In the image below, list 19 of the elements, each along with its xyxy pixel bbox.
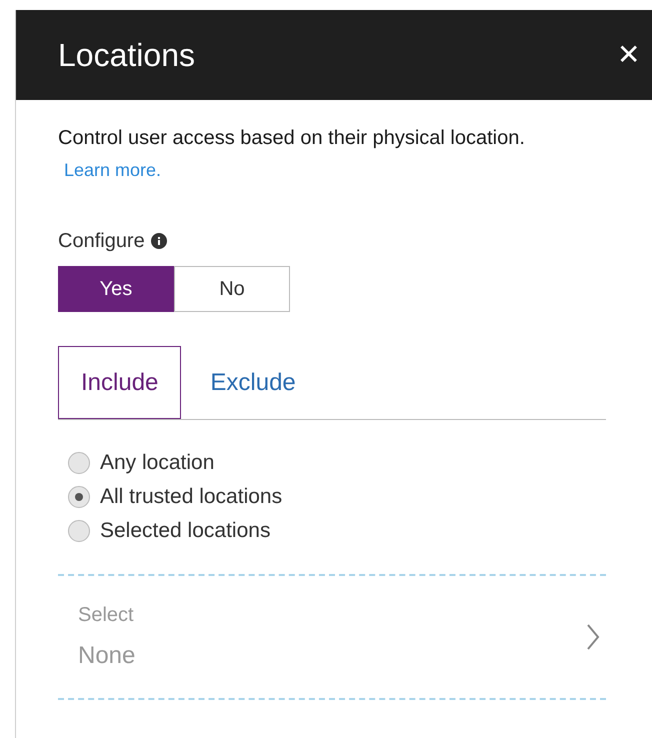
radio-button[interactable] xyxy=(68,520,90,542)
toggle-option[interactable]: No xyxy=(174,266,290,312)
radio-button[interactable] xyxy=(68,486,90,508)
radio-label: Any location xyxy=(100,450,214,476)
chevron-right-icon xyxy=(586,623,600,651)
radio-button[interactable] xyxy=(68,452,90,474)
description: Control user access based on their physical location. Learn more. xyxy=(58,126,526,182)
selector-label: Select xyxy=(78,603,135,628)
tab[interactable]: Include xyxy=(58,346,182,419)
radio-label: Selected locations xyxy=(100,518,270,544)
selector-value: None xyxy=(78,641,136,671)
tab[interactable]: Exclude xyxy=(181,346,325,419)
close-button[interactable]: ✕ xyxy=(617,41,640,69)
info-icon xyxy=(150,233,167,249)
configure-label: Configure xyxy=(58,229,145,254)
radio-label: All trusted locations xyxy=(100,484,282,510)
window-title: Locations xyxy=(58,36,195,75)
learn-more-link[interactable]: Learn more. xyxy=(64,160,162,180)
toggle-option[interactable]: Yes xyxy=(58,266,174,312)
